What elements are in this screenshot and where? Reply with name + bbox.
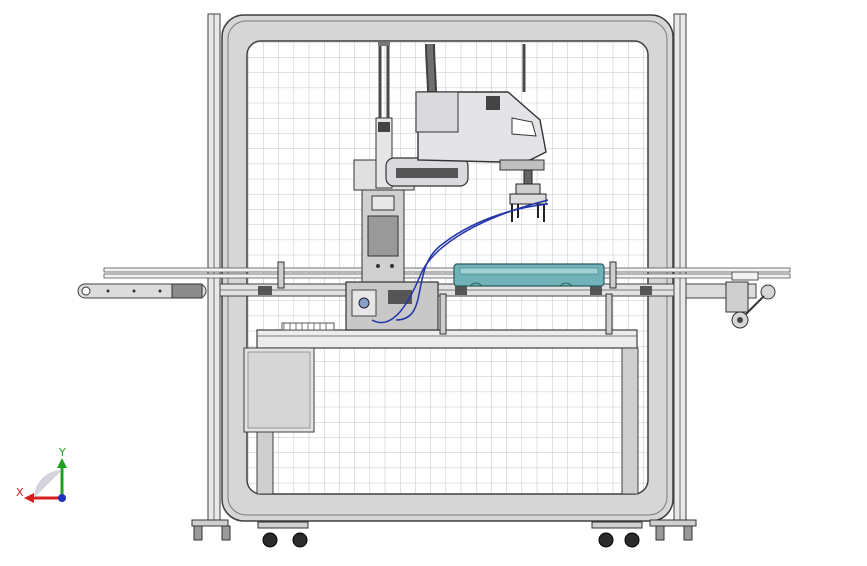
robot-base (345, 281, 439, 331)
product-tray (453, 263, 605, 287)
axis-triad: Y X (16, 446, 67, 503)
assembly-drawing: Y X (16, 13, 791, 548)
y-axis-label: Y (58, 446, 66, 459)
casters (191, 519, 697, 548)
x-axis-label: X (16, 486, 24, 499)
control-cabinet (243, 347, 315, 433)
cad-viewport[interactable]: Y X (0, 0, 867, 562)
z-axis-dot (58, 494, 66, 502)
